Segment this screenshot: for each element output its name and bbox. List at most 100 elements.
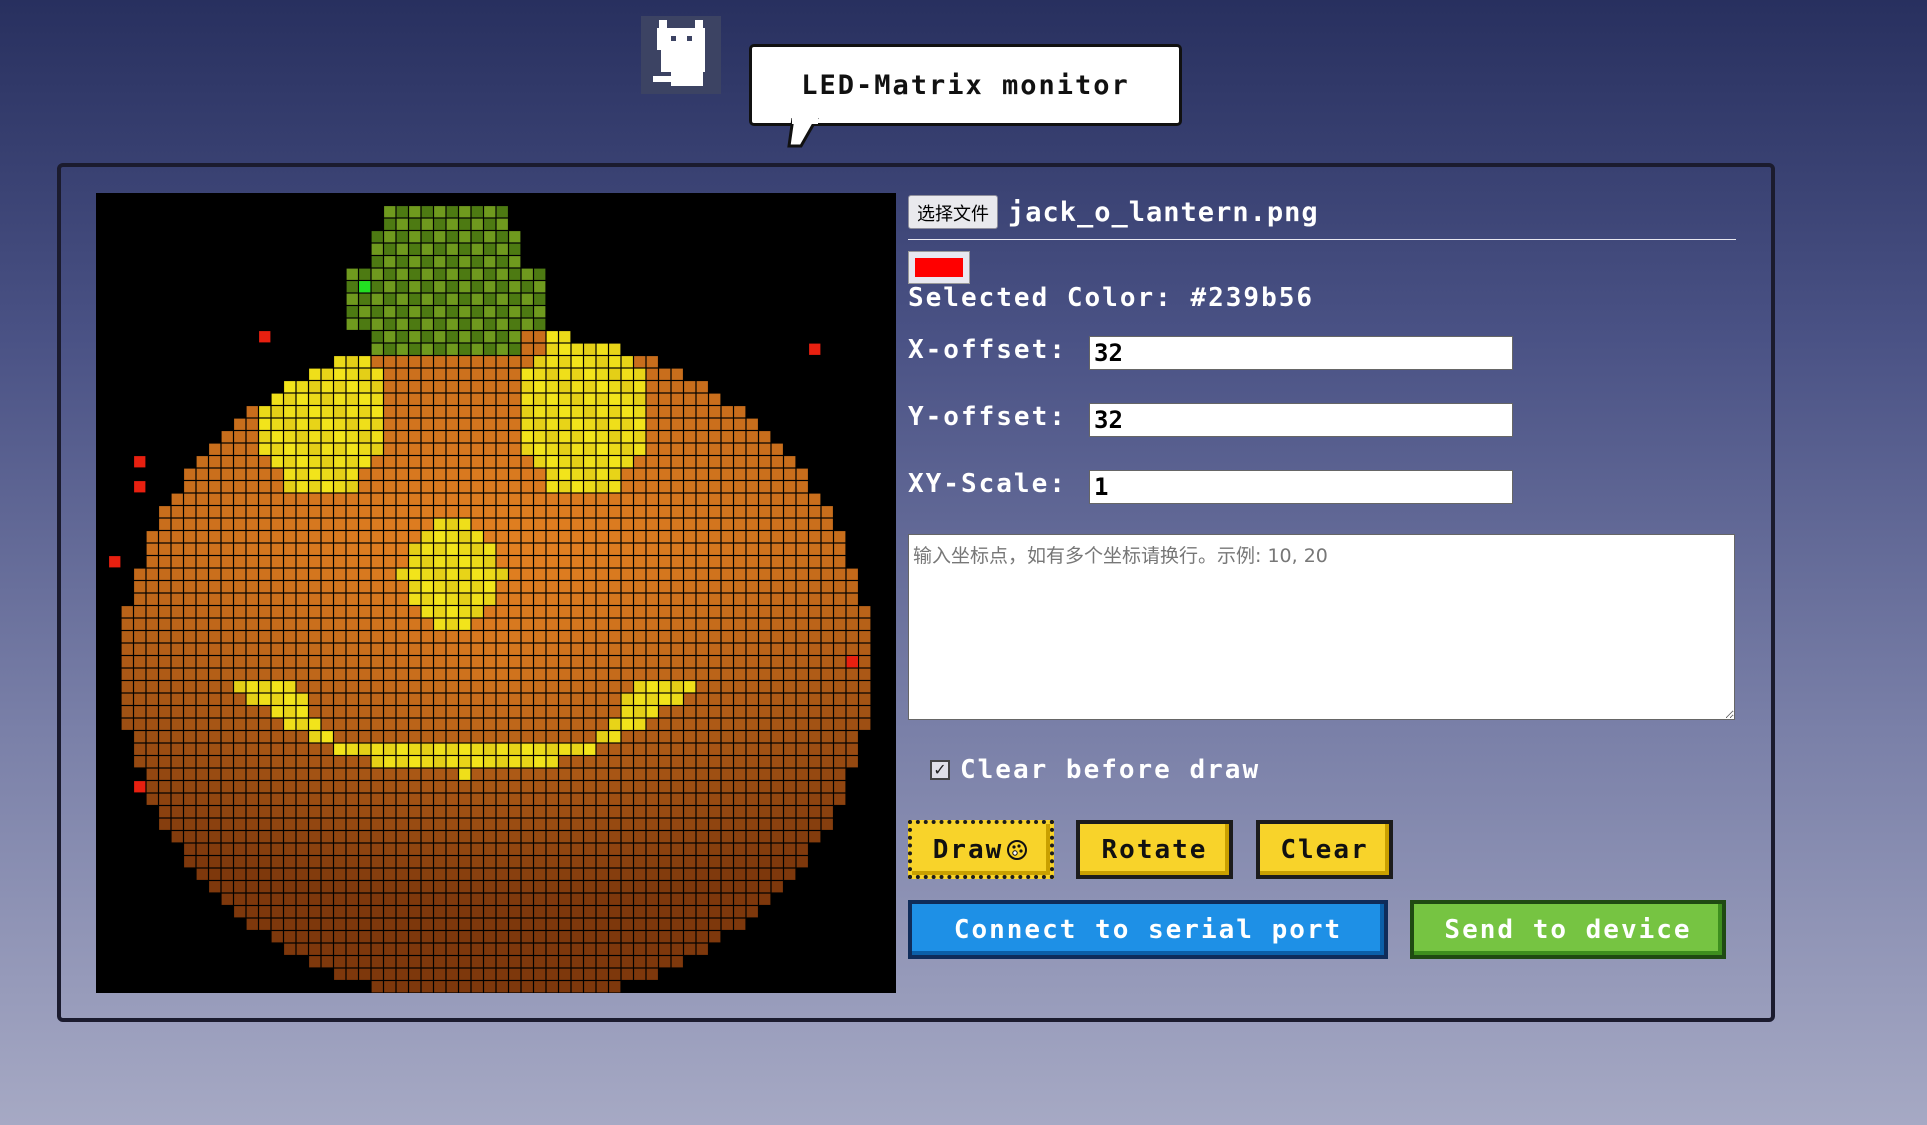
led-pixel <box>234 656 246 668</box>
led-pixel <box>521 681 533 693</box>
led-matrix-preview[interactable] <box>96 193 896 993</box>
led-pixel <box>471 831 483 843</box>
led-pixel <box>734 906 746 918</box>
led-pixel <box>721 568 733 580</box>
led-pixel <box>384 256 396 268</box>
y-offset-input[interactable] <box>1089 403 1513 437</box>
led-pixel <box>721 756 733 768</box>
led-pixel <box>809 493 821 505</box>
led-pixel <box>596 531 608 543</box>
clear-before-draw-option[interactable]: ✓ Clear before draw <box>930 755 1260 785</box>
page-title: LED-Matrix monitor <box>801 69 1130 101</box>
rotate-button[interactable]: Rotate <box>1076 820 1233 879</box>
led-pixel <box>359 781 371 793</box>
led-pixel <box>759 706 771 718</box>
x-offset-input[interactable] <box>1089 336 1513 370</box>
led-pixel <box>684 518 696 530</box>
led-pixel <box>396 881 408 893</box>
led-pixel <box>596 868 608 880</box>
led-pixel <box>571 743 583 755</box>
led-pixel <box>784 781 796 793</box>
led-pixel <box>771 856 783 868</box>
clear-before-draw-checkbox[interactable]: ✓ <box>930 760 950 780</box>
led-pixel <box>621 806 633 818</box>
led-pixel <box>784 718 796 730</box>
led-pixel <box>334 393 346 405</box>
led-pixel <box>396 843 408 855</box>
led-pixel <box>646 656 658 668</box>
led-pixel <box>196 681 208 693</box>
led-pixel <box>621 756 633 768</box>
led-pixel <box>484 806 496 818</box>
led-pixel <box>234 506 246 518</box>
led-pixel <box>696 643 708 655</box>
led-pixel <box>696 781 708 793</box>
led-pixel <box>671 793 683 805</box>
led-pixel <box>471 656 483 668</box>
led-pixel <box>196 506 208 518</box>
led-pixel <box>484 468 496 480</box>
send-to-device-button[interactable]: Send to device <box>1410 900 1726 959</box>
led-pixel <box>609 468 621 480</box>
led-pixel <box>234 456 246 468</box>
led-pixel <box>584 643 596 655</box>
led-pixel <box>446 231 458 243</box>
led-pixel <box>571 693 583 705</box>
led-pixel <box>521 356 533 368</box>
led-pixel <box>609 556 621 568</box>
led-pixel <box>546 418 558 430</box>
led-pixel <box>696 806 708 818</box>
led-pixel <box>309 831 321 843</box>
led-pixel <box>659 393 671 405</box>
led-pixel <box>634 443 646 455</box>
led-pixel <box>584 656 596 668</box>
led-pixel <box>534 556 546 568</box>
led-pixel <box>559 656 571 668</box>
pixel-cat-icon <box>641 16 721 94</box>
led-pixel <box>634 856 646 868</box>
led-pixel <box>471 231 483 243</box>
xy-scale-label: XY-Scale: <box>908 469 1067 499</box>
led-pixel <box>384 393 396 405</box>
coordinates-textarea[interactable] <box>908 534 1735 720</box>
led-pixel <box>384 831 396 843</box>
led-pixel <box>671 656 683 668</box>
led-pixel <box>659 693 671 705</box>
led-pixel <box>459 318 471 330</box>
led-pixel <box>809 718 821 730</box>
led-pixel <box>684 456 696 468</box>
led-pixel <box>596 668 608 680</box>
led-pixel <box>196 531 208 543</box>
led-pixel <box>446 668 458 680</box>
clear-button[interactable]: Clear <box>1256 820 1393 879</box>
choose-file-button[interactable]: 选择文件 <box>908 195 998 229</box>
led-pixel <box>596 631 608 643</box>
xy-scale-input[interactable] <box>1089 470 1513 504</box>
led-pixel <box>421 668 433 680</box>
connect-serial-button[interactable]: Connect to serial port <box>908 900 1388 959</box>
led-pixel <box>334 631 346 643</box>
led-matrix-canvas[interactable] <box>96 193 896 993</box>
led-pixel <box>346 456 358 468</box>
led-pixel <box>684 531 696 543</box>
led-pixel <box>484 281 496 293</box>
led-pixel <box>821 643 833 655</box>
led-pixel <box>859 643 871 655</box>
led-pixel <box>171 656 183 668</box>
led-pixel <box>796 643 808 655</box>
led-pixel <box>221 568 233 580</box>
led-pixel <box>359 493 371 505</box>
led-pixel <box>334 556 346 568</box>
led-pixel <box>696 793 708 805</box>
led-pixel <box>684 868 696 880</box>
led-pixel <box>146 743 158 755</box>
draw-button[interactable]: Draw <box>908 820 1054 879</box>
led-pixel <box>584 606 596 618</box>
led-pixel <box>534 881 546 893</box>
led-pixel <box>609 743 621 755</box>
led-pixel <box>359 856 371 868</box>
led-pixel <box>246 768 258 780</box>
led-pixel <box>371 693 383 705</box>
color-picker[interactable] <box>908 251 970 284</box>
led-pixel <box>734 681 746 693</box>
